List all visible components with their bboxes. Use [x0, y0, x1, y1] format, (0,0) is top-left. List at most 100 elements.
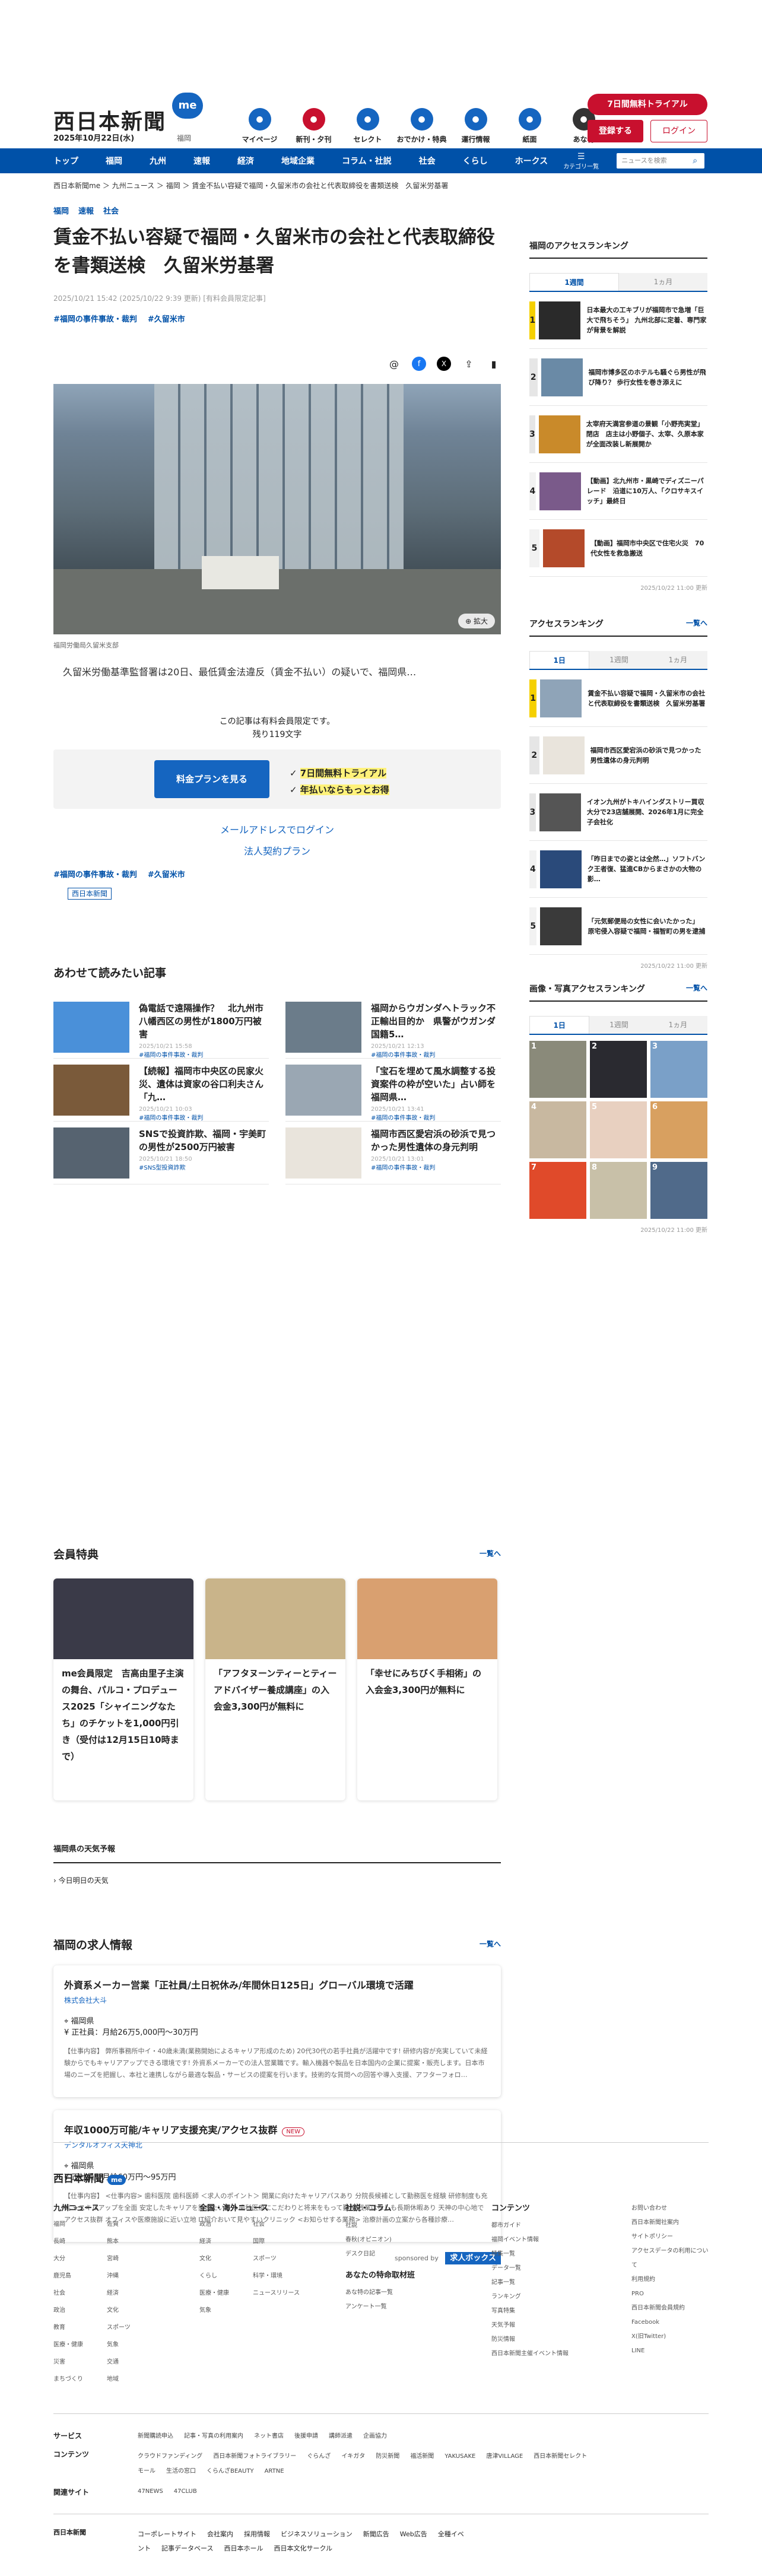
footer-link[interactable]: データ一覧	[491, 2261, 631, 2276]
footer-link[interactable]: 西日本新聞フォトライブラリー	[213, 2453, 296, 2460]
footer-link[interactable]: 長崎	[53, 2236, 107, 2245]
footer-link[interactable]: 佐賀	[107, 2219, 160, 2228]
related-tag[interactable]: #福岡の事件事故・裁判	[139, 1115, 203, 1122]
footer-link[interactable]: デスク日記	[345, 2247, 491, 2261]
image-ranking-item[interactable]: 1	[529, 1041, 586, 1098]
gnav-item[interactable]: 速報	[193, 155, 210, 167]
ranking-item[interactable]: 1 賃金不払い容疑で福岡・久留米市の会社と代表取締役を書類送検 久留米労基署	[529, 670, 707, 727]
footer-link[interactable]: 写真特集	[491, 2304, 631, 2318]
image-ranking-item[interactable]: 7	[529, 1162, 586, 1219]
ranking-item[interactable]: 5 「元気郵便局の女性に会いたかった」 原宅侵入容疑で福岡・福智町の男を逮捕	[529, 898, 707, 955]
footer-link[interactable]: 科学・環境	[253, 2270, 306, 2279]
related-tag[interactable]: #福岡の事件事故・裁判	[139, 1052, 203, 1059]
tab-day[interactable]: 1日	[529, 1016, 590, 1034]
footer-link[interactable]: 西日本新聞社案内	[631, 2216, 709, 2230]
gnav-item[interactable]: ホークス	[515, 155, 548, 167]
footer-link[interactable]: アクセスデータの利用について	[631, 2244, 709, 2273]
related-tag[interactable]: #SNS型投資詐欺	[139, 1165, 186, 1171]
perk-card[interactable]: 「アフタヌーンティーとティーアドバイザー養成講座」の入会金3,300円が無料に	[205, 1578, 345, 1800]
footer-link[interactable]: Web広告	[400, 2530, 427, 2538]
footer-link[interactable]: 文化	[107, 2305, 160, 2314]
category-list[interactable]: ☰ カテゴリ一覧	[563, 152, 599, 170]
header-nav-item[interactable]: ● 運行情報	[449, 108, 503, 144]
weather-link[interactable]: › 今日明日の天気	[53, 1875, 501, 1885]
register-button[interactable]: 登録する	[588, 120, 643, 142]
search-icon[interactable]: ⌕	[693, 156, 697, 166]
footer-logo[interactable]: 西日本新聞 me	[53, 2170, 709, 2185]
footer-link[interactable]: 企画協力	[363, 2433, 387, 2440]
footer-link[interactable]: スポーツ	[107, 2322, 160, 2331]
plan-button[interactable]: 料金プランを見る	[154, 760, 269, 798]
perks-more-link[interactable]: 一覧へ	[480, 1548, 501, 1558]
all-ranking-more[interactable]: 一覧へ	[686, 618, 707, 628]
zoom-button[interactable]: ⊕ 拡大	[458, 614, 495, 628]
image-ranking-item[interactable]: 8	[590, 1162, 647, 1219]
footer-link[interactable]: 天気予報	[491, 2318, 631, 2333]
tag[interactable]: 速報	[78, 207, 94, 216]
footer-link[interactable]: 西日本文化サークル	[274, 2545, 332, 2552]
gnav-item[interactable]: 福岡	[106, 155, 122, 167]
footer-link[interactable]: 沖縄	[107, 2270, 160, 2279]
footer-link[interactable]: 47CLUB	[174, 2488, 197, 2495]
footer-link[interactable]: 社会	[253, 2219, 306, 2228]
footer-link[interactable]: 生活の窓口	[166, 2468, 196, 2475]
footer-link[interactable]: LINE	[631, 2344, 709, 2358]
footer-link[interactable]: 国際	[253, 2236, 306, 2245]
ranking-item[interactable]: 2 福岡市西区愛宕浜の砂浜で見つかった男性遺体の身元判明	[529, 727, 707, 784]
related-item[interactable]: 福岡からウガンダへトラック不正輸出目的か 県警がウガンダ国籍5… 2025/10/…	[285, 996, 501, 1059]
footer-link[interactable]: 社説	[345, 2219, 491, 2233]
article-photo[interactable]: ⊕ 拡大	[53, 384, 501, 634]
logo-me-badge[interactable]: me	[172, 93, 203, 119]
footer-link[interactable]: 新聞広告	[363, 2530, 389, 2538]
footer-link[interactable]: コーポレートサイト	[138, 2530, 196, 2538]
tag[interactable]: 社会	[103, 207, 119, 216]
footer-link[interactable]: 採用情報	[244, 2530, 270, 2538]
footer-link[interactable]: 西日本ホール	[224, 2545, 263, 2552]
footer-link[interactable]: 記事データベース	[161, 2545, 213, 2552]
footer-link[interactable]: 医療・健康	[199, 2288, 253, 2297]
footer-link[interactable]: くらんざBEAUTY	[207, 2468, 254, 2475]
x-icon[interactable]: X	[437, 357, 451, 371]
related-item[interactable]: 【続報】福岡市中央区の民家火災、遺体は資家の谷口利夫さん「九… 2025/10/2…	[53, 1059, 269, 1122]
footer-link[interactable]: 都市ガイド	[491, 2219, 631, 2233]
related-item[interactable]: 福岡市西区愛宕浜の砂浜で見つかった男性遺体の身元判明 2025/10/21 13:…	[285, 1122, 501, 1184]
footer-link[interactable]: 鹿児島	[53, 2270, 107, 2279]
gnav-item[interactable]: 経済	[237, 155, 254, 167]
footer-link[interactable]: 新聞購読申込	[138, 2433, 173, 2440]
footer-link[interactable]: くらし	[199, 2270, 253, 2279]
footer-link[interactable]: 47NEWS	[138, 2488, 163, 2495]
footer-link[interactable]: ぐらんざ	[307, 2453, 331, 2460]
hashtag[interactable]: #福岡の事件事故・裁判	[53, 315, 137, 324]
image-ranking-item[interactable]: 2	[590, 1041, 647, 1098]
jobs-more-link[interactable]: 一覧へ	[480, 1939, 501, 1949]
footer-link[interactable]: 地域	[107, 2374, 160, 2383]
header-nav-item[interactable]: ● 新刊・夕刊	[287, 108, 341, 144]
site-logo[interactable]: 西日本新聞	[53, 104, 166, 135]
footer-link[interactable]: 医療・健康	[53, 2339, 107, 2348]
tab-week[interactable]: 1週間	[589, 651, 649, 669]
header-nav-item[interactable]: ● 紙面	[503, 108, 557, 144]
header-nav-item[interactable]: ● セレクト	[341, 108, 395, 144]
gnav-item[interactable]: 社会	[419, 155, 436, 167]
search-input[interactable]: ニュースを検索	[617, 153, 705, 169]
company-logo[interactable]: 西日本新聞	[53, 2527, 138, 2556]
footer-link[interactable]: 経済	[199, 2236, 253, 2245]
footer-link[interactable]: 気象	[199, 2305, 253, 2314]
footer-link[interactable]: PRO	[631, 2287, 709, 2301]
footer-link[interactable]: 災害	[53, 2356, 107, 2365]
footer-link[interactable]: 春秋(オピニオン)	[345, 2233, 491, 2247]
related-tag[interactable]: #福岡の事件事故・裁判	[371, 1052, 435, 1059]
image-ranking-item[interactable]: 9	[650, 1162, 707, 1219]
footer-link[interactable]: 記事一覧	[491, 2276, 631, 2290]
gnav-item[interactable]: コラム・社説	[342, 155, 392, 167]
footer-link[interactable]: 防災情報	[491, 2333, 631, 2347]
job-company[interactable]: 株式会社大斗	[64, 1995, 490, 2005]
footer-link[interactable]: サイトポリシー	[631, 2230, 709, 2244]
footer-link[interactable]: クラウドファンディング	[138, 2453, 202, 2460]
image-ranking-item[interactable]: 5	[590, 1101, 647, 1158]
perk-card[interactable]: me会員限定 吉高由里子主演の舞台、パルコ・プロデュース2025「シャイニングな…	[53, 1578, 193, 1800]
footer-link[interactable]: スポーツ	[253, 2253, 306, 2262]
tab-month[interactable]: 1ヵ月	[619, 273, 707, 291]
gnav-item[interactable]: トップ	[53, 155, 78, 167]
footer-link[interactable]: 防災新聞	[376, 2453, 399, 2460]
